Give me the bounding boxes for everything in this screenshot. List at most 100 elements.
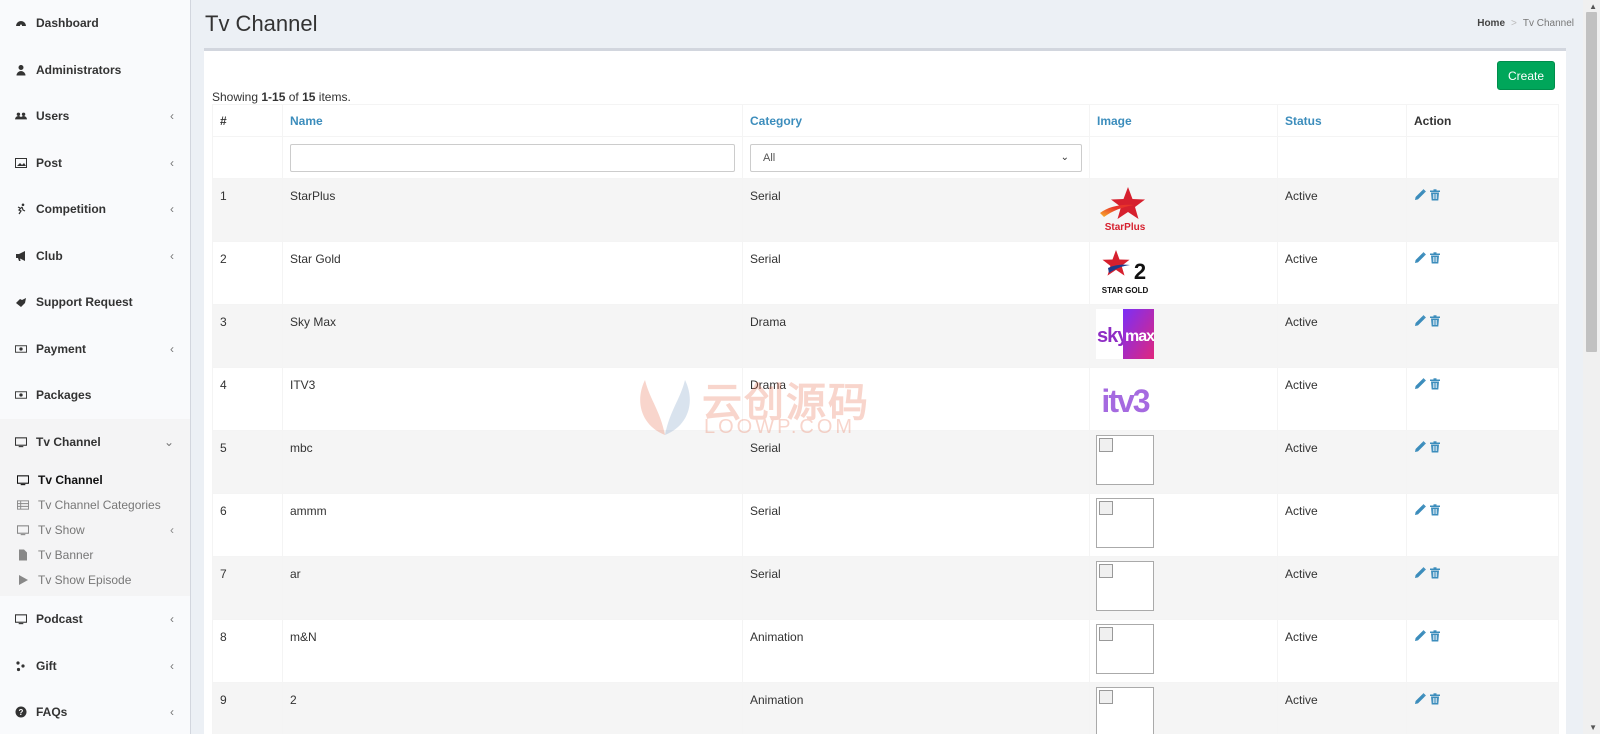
grid-summary: Showing 1-15 of 15 items. <box>212 90 351 104</box>
svg-text:2: 2 <box>1134 259 1146 284</box>
row-actions <box>1406 493 1559 557</box>
scroll-up-arrow-icon[interactable]: ▲ <box>1589 2 1597 11</box>
row-status: Active <box>1277 556 1407 620</box>
row-category: Drama <box>742 367 1090 431</box>
page-scrollbar[interactable]: ▲ ▼ <box>1583 0 1600 734</box>
nav-support-request[interactable]: Support Request <box>0 279 190 326</box>
list-icon <box>17 499 29 511</box>
nav-faqs[interactable]: ? FAQs ‹ <box>0 689 190 734</box>
edit-pencil-icon[interactable] <box>1414 378 1426 390</box>
edit-pencil-icon[interactable] <box>1414 567 1426 579</box>
chevron-left-icon: ‹ <box>170 341 174 356</box>
nav-label: Administrators <box>36 62 122 77</box>
svg-text:StarPlus: StarPlus <box>1105 222 1146 233</box>
nav-podcast[interactable]: Podcast ‹ <box>0 596 190 643</box>
breadcrumb-home-link[interactable]: Home <box>1477 18 1505 29</box>
summary-of: of <box>285 90 303 104</box>
edit-pencil-icon[interactable] <box>1414 315 1426 327</box>
nav-label: Competition <box>36 202 106 217</box>
create-button[interactable]: Create <box>1497 61 1555 90</box>
delete-trash-icon[interactable] <box>1429 252 1441 264</box>
row-number: 7 <box>212 556 283 620</box>
sort-by-name-link[interactable]: Name <box>290 114 323 128</box>
column-header-image: Image <box>1089 104 1278 137</box>
bullhorn-icon <box>15 250 27 262</box>
row-name: ar <box>282 556 743 620</box>
nav-gift[interactable]: Gift ‹ <box>0 643 190 690</box>
sort-by-status-link[interactable]: Status <box>1285 114 1322 128</box>
nav-label: Dashboard <box>36 16 99 31</box>
submenu-label: Tv Show <box>38 522 85 537</box>
summary-range: 1-15 <box>261 90 286 104</box>
page-title: Tv Channel <box>205 11 318 36</box>
nav-payment[interactable]: Payment ‹ <box>0 326 190 373</box>
nav-administrators[interactable]: Administrators <box>0 47 190 94</box>
nav-dashboard[interactable]: Dashboard <box>0 0 190 47</box>
money-icon <box>15 389 27 401</box>
nav-tv-channel[interactable]: Tv Channel ⌄ <box>0 418 190 465</box>
filter-cell: All ⌄ <box>742 136 1090 179</box>
chevron-left-icon: ‹ <box>170 705 174 720</box>
edit-pencil-icon[interactable] <box>1414 252 1426 264</box>
nav-label: Post <box>36 155 63 170</box>
name-filter-input[interactable] <box>290 143 735 172</box>
row-category: Serial <box>742 241 1090 305</box>
sort-by-category-link[interactable]: Category <box>750 114 802 128</box>
edit-pencil-icon[interactable] <box>1414 441 1426 453</box>
delete-trash-icon[interactable] <box>1429 441 1441 453</box>
row-category: Serial <box>742 493 1090 557</box>
nav-label: Users <box>36 109 70 124</box>
scroll-thumb[interactable] <box>1586 12 1597 352</box>
row-image: itv3 <box>1089 367 1278 431</box>
row-actions <box>1406 241 1559 305</box>
tv-icon <box>15 613 27 625</box>
nav-packages[interactable]: Packages <box>0 372 190 419</box>
scroll-down-arrow-icon[interactable]: ▼ <box>1589 723 1597 732</box>
delete-trash-icon[interactable] <box>1429 504 1441 516</box>
submenu-tv-banner[interactable]: Tv Banner <box>0 542 190 567</box>
table-row: 9 2 Animation Active <box>212 682 1559 734</box>
column-header-category: Category <box>742 104 1090 137</box>
submenu-label: Tv Channel Categories <box>38 497 161 512</box>
edit-pencil-icon[interactable] <box>1414 504 1426 516</box>
submenu-tv-channel-categories[interactable]: Tv Channel Categories <box>0 492 190 517</box>
nav-users[interactable]: Users ‹ <box>0 93 190 140</box>
tv-icon <box>17 524 29 536</box>
submenu-tv-show[interactable]: Tv Show ‹ <box>0 517 190 542</box>
submenu-label: Tv Banner <box>38 547 94 562</box>
row-category: Drama <box>742 304 1090 368</box>
delete-trash-icon[interactable] <box>1429 315 1441 327</box>
tv-channel-box: Create Showing 1-15 of 15 items. # Name … <box>204 48 1566 734</box>
table-row: 7 ar Serial Active <box>212 556 1559 620</box>
summary-total: 15 <box>302 90 316 104</box>
chevron-down-icon: ⌄ <box>163 434 174 449</box>
delete-trash-icon[interactable] <box>1429 567 1441 579</box>
category-filter-select[interactable]: All ⌄ <box>750 143 1082 172</box>
submenu-tv-show-episode[interactable]: Tv Show Episode <box>0 567 190 592</box>
filter-cell <box>1277 136 1407 179</box>
submenu-tv-channel[interactable]: Tv Channel <box>0 467 190 492</box>
delete-trash-icon[interactable] <box>1429 693 1441 705</box>
sort-by-image-link[interactable]: Image <box>1097 114 1132 128</box>
nav-club[interactable]: Club ‹ <box>0 233 190 280</box>
nav-label: Podcast <box>36 612 83 627</box>
delete-trash-icon[interactable] <box>1429 630 1441 642</box>
content-header: Tv Channel Home > Tv Channel <box>191 0 1580 48</box>
tv-channel-submenu: Tv Channel Tv Channel Categories Tv Show… <box>0 465 190 596</box>
delete-trash-icon[interactable] <box>1429 189 1441 201</box>
submenu-label: Tv Show Episode <box>38 572 132 587</box>
table-row: 6 ammm Serial Active <box>212 493 1559 557</box>
edit-pencil-icon[interactable] <box>1414 189 1426 201</box>
row-number: 6 <box>212 493 283 557</box>
nav-competition[interactable]: Competition ‹ <box>0 186 190 233</box>
row-actions <box>1406 556 1559 620</box>
nav-label: FAQs <box>36 705 68 720</box>
delete-trash-icon[interactable] <box>1429 378 1441 390</box>
nav-post[interactable]: Post ‹ <box>0 140 190 187</box>
edit-pencil-icon[interactable] <box>1414 630 1426 642</box>
chevron-down-icon: ⌄ <box>1060 152 1069 163</box>
table-row: 5 mbc Serial Active <box>212 430 1559 494</box>
play-icon <box>17 574 29 586</box>
edit-pencil-icon[interactable] <box>1414 693 1426 705</box>
row-image: StarPlus <box>1089 178 1278 242</box>
